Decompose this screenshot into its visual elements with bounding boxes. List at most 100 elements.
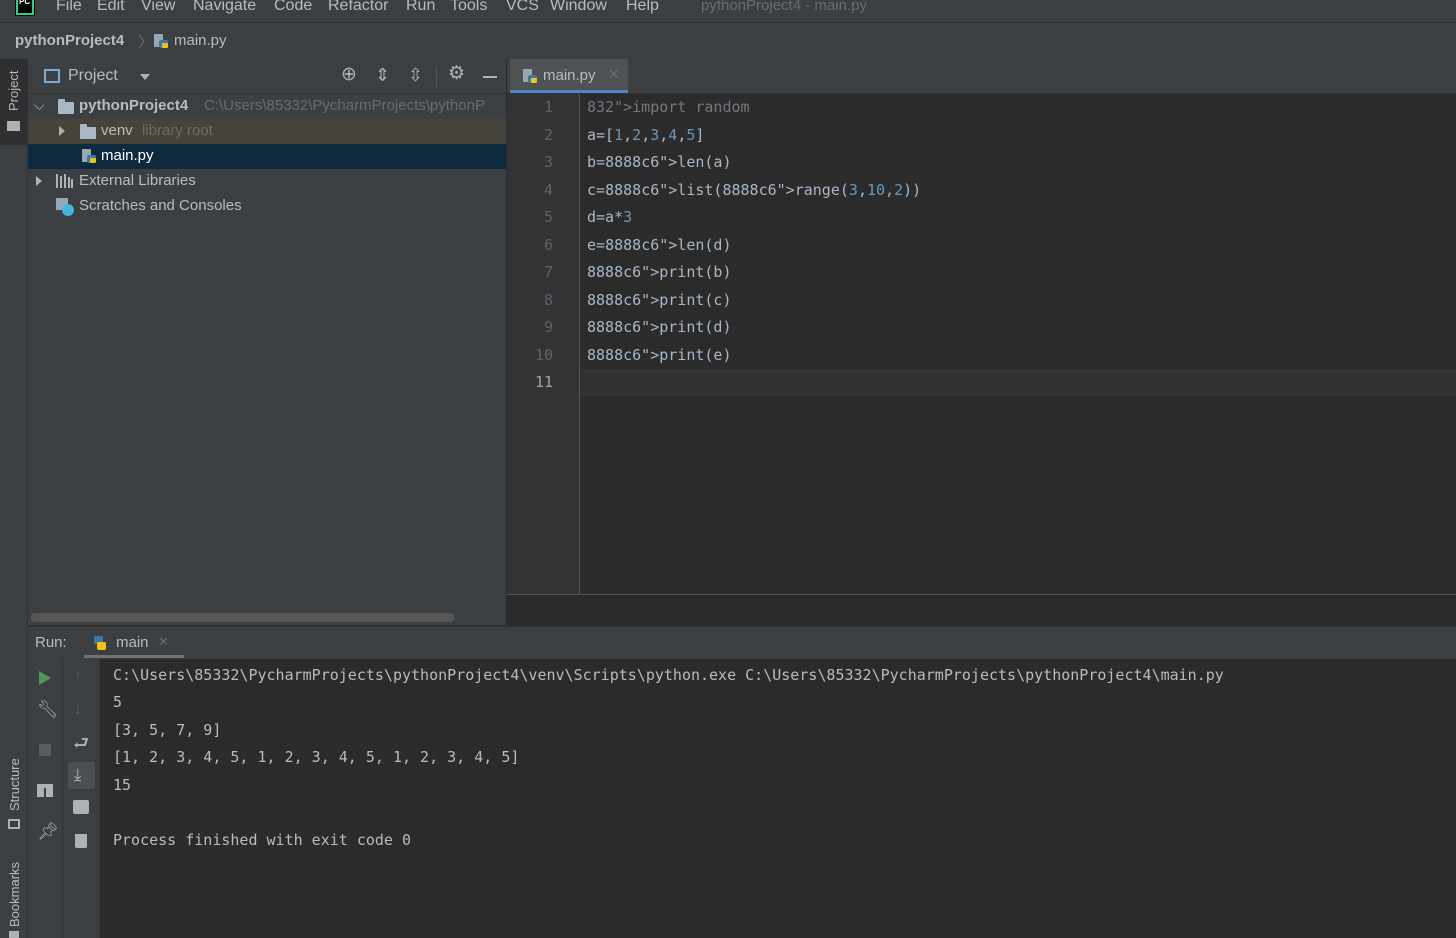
window-title: pythonProject4 - main.py <box>701 0 867 14</box>
menu-tools[interactable]: Tools <box>450 0 487 15</box>
tree-venv-hint: library root <box>142 122 213 139</box>
tool-tab-project[interactable]: Project <box>0 59 27 145</box>
horizontal-scrollbar[interactable] <box>31 613 454 622</box>
code-line[interactable]: 8888c6">print(d) <box>587 318 732 336</box>
tree-item-root[interactable]: ⌵ pythonProject4 C:\Users\85332\PycharmP… <box>28 94 506 119</box>
line-number: 11 <box>534 373 553 391</box>
structure-icon <box>8 819 20 829</box>
collapse-all-icon[interactable]: ⇳ <box>408 66 423 84</box>
print-icon[interactable] <box>73 800 89 814</box>
line-number: 7 <box>543 263 553 281</box>
breadcrumb-file[interactable]: main.py <box>174 32 227 49</box>
scroll-to-end-icon: ⤓ <box>74 765 82 784</box>
menu-navigate[interactable]: Navigate <box>193 0 256 15</box>
code-line[interactable]: 832">import random <box>587 98 750 116</box>
chevron-right-icon[interactable] <box>59 126 65 136</box>
code-line[interactable]: a=[1,2,3,4,5] <box>587 126 704 144</box>
menu-bar: PC File Edit View Navigate Code Refactor… <box>0 0 1456 22</box>
tree-venv-name: venv <box>101 122 133 139</box>
menu-run[interactable]: Run <box>406 0 435 15</box>
soft-wrap-icon[interactable]: ⮐ <box>73 734 89 752</box>
folder-icon <box>58 99 74 114</box>
run-tab-label: main <box>116 634 149 651</box>
trash-icon[interactable] <box>75 834 87 848</box>
view-dropdown-icon[interactable] <box>140 74 150 80</box>
tree-scratches-label: Scratches and Consoles <box>79 197 242 214</box>
bookmark-icon <box>9 931 19 938</box>
layout-icon[interactable] <box>37 784 53 797</box>
folder-icon <box>80 124 96 139</box>
line-number: 5 <box>543 208 553 226</box>
line-number: 9 <box>543 318 553 336</box>
up-arrow-icon[interactable]: ↑ <box>74 669 82 685</box>
code-line[interactable]: 8888c6">print(b) <box>587 263 732 281</box>
python-file-icon <box>82 149 96 163</box>
run-toolbar-primary: 🔧︎ 📌︎ <box>28 659 63 938</box>
tree-root-name: pythonProject4 <box>79 97 189 114</box>
code-line[interactable]: 8888c6">print(c) <box>587 291 732 309</box>
tree-external-label: External Libraries <box>79 172 196 189</box>
code-line[interactable]: 8888c6">print(e) <box>587 346 732 364</box>
line-number: 6 <box>543 236 553 254</box>
code-line[interactable]: c=8888c6">list(8888c6">range(3,10,2)) <box>587 181 921 199</box>
chevron-right-icon[interactable] <box>36 176 42 186</box>
tree-item-scratches[interactable]: Scratches and Consoles <box>28 194 506 219</box>
folder-icon <box>7 121 20 131</box>
run-tab-main[interactable]: main ✕ <box>84 627 184 658</box>
close-icon[interactable]: ✕ <box>158 634 169 650</box>
tab-label: main.py <box>543 67 596 84</box>
code-line[interactable]: d=a*3 <box>587 208 632 226</box>
line-number: 1 <box>543 98 553 116</box>
line-number: 2 <box>543 126 553 144</box>
project-view-icon <box>44 69 60 83</box>
menu-edit[interactable]: Edit <box>97 0 125 15</box>
menu-file[interactable]: File <box>56 0 82 15</box>
python-file-icon <box>154 34 168 48</box>
tree-item-venv[interactable]: venv library root <box>28 119 506 144</box>
pin-icon[interactable]: 📌︎ <box>37 823 59 840</box>
library-icon <box>56 174 73 188</box>
stop-icon[interactable] <box>39 744 51 756</box>
console-line: 15 <box>113 776 132 794</box>
project-panel-title[interactable]: Project <box>68 67 118 85</box>
line-number: 8 <box>543 291 553 309</box>
menu-window[interactable]: Window <box>550 0 607 15</box>
run-label: Run: <box>35 634 67 651</box>
console-line: C:\Users\85332\PycharmProjects\pythonPro… <box>113 666 1224 684</box>
close-icon[interactable]: ✕ <box>608 66 620 83</box>
navigation-bar: pythonProject4 〉 main.py <box>0 22 1456 60</box>
scratches-icon <box>56 198 74 216</box>
down-arrow-icon[interactable]: ↓ <box>74 702 82 718</box>
tool-tab-structure[interactable]: Structure <box>0 745 27 835</box>
expand-all-icon[interactable]: ⇕ <box>375 66 390 84</box>
console-line: [3, 5, 7, 9] <box>113 721 222 739</box>
scroll-to-end-button[interactable]: ⤓ <box>68 762 95 789</box>
breadcrumb-project[interactable]: pythonProject4 <box>15 32 124 49</box>
console-line: [1, 2, 3, 4, 5, 1, 2, 3, 4, 5, 1, 2, 3, … <box>113 748 520 766</box>
console-line: Process finished with exit code 0 <box>113 831 412 849</box>
tab-main-py[interactable]: main.py ✕ <box>510 59 628 93</box>
console-line: 5 <box>113 693 123 711</box>
rerun-icon[interactable] <box>39 671 51 685</box>
current-line-highlight <box>580 369 1456 396</box>
console-output[interactable] <box>100 659 1456 938</box>
code-line[interactable]: b=8888c6">len(a) <box>587 153 732 171</box>
menu-vcs[interactable]: VCS <box>506 0 539 15</box>
wrench-icon[interactable]: 🔧︎ <box>37 701 59 718</box>
python-icon <box>94 636 106 650</box>
minimize-icon[interactable] <box>483 76 497 78</box>
tool-tab-structure-label: Structure <box>7 758 22 811</box>
tree-item-external-libraries[interactable]: External Libraries <box>28 169 506 194</box>
menu-refactor[interactable]: Refactor <box>328 0 388 15</box>
tree-item-main-py[interactable]: main.py <box>28 144 506 169</box>
locate-icon[interactable]: ⊕ <box>341 65 357 84</box>
project-panel-header: Project ⊕ ⇕ ⇳ ⚙ <box>28 59 506 94</box>
menu-code[interactable]: Code <box>274 0 312 15</box>
gear-icon[interactable]: ⚙ <box>448 64 465 83</box>
chevron-down-icon[interactable]: ⌵ <box>34 97 45 114</box>
menu-view[interactable]: View <box>141 0 175 15</box>
menu-help[interactable]: Help <box>626 0 659 15</box>
python-file-icon <box>523 69 537 83</box>
tool-tab-bookmarks[interactable]: Bookmarks <box>0 855 27 938</box>
code-line[interactable]: e=8888c6">len(d) <box>587 236 732 254</box>
